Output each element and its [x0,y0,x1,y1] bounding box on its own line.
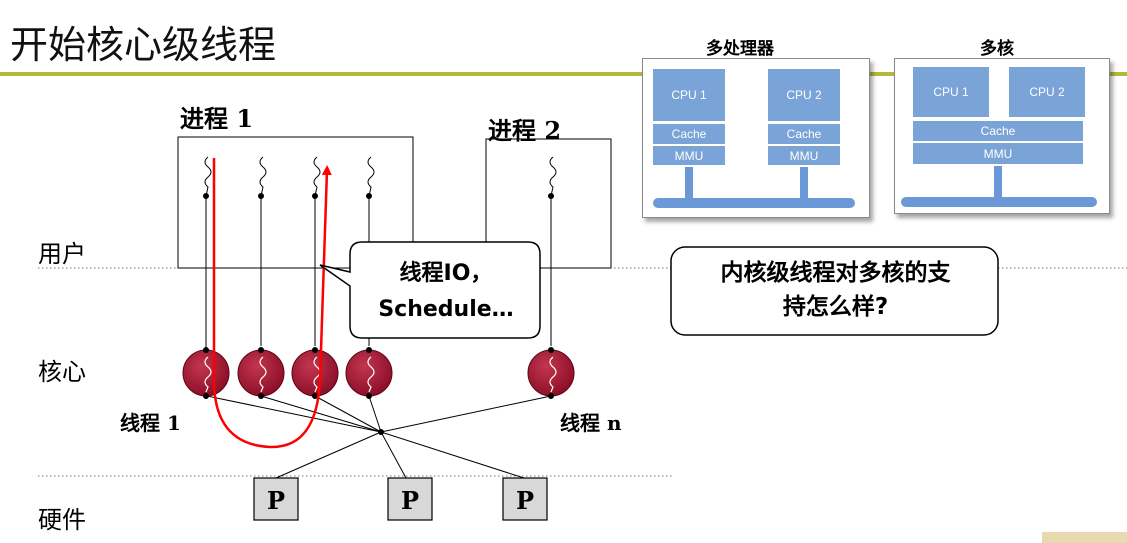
callout-question-line-2: 持怎么样? [782,294,889,320]
mc-system-bus [901,197,1097,207]
hardware-level-label: 硬件 [38,506,86,534]
multicore-heading: 多核 [980,39,1014,59]
user-level-label: 用户 [38,240,86,268]
thread-n-label: 线程 n [560,411,622,435]
callout-io-line-1: 线程IO， [399,261,493,286]
callout-question-text: 内核级线程对多核的支 持怎么样? [673,256,998,324]
mp-mmu2-block: MMU [768,146,840,165]
processor-2-label: P [400,486,420,515]
callout-question-line-1: 内核级线程对多核的支 [720,260,951,286]
mc-mmu-block: MMU [913,143,1083,164]
multiprocessor-heading: 多处理器 [706,39,774,59]
process-1-label: 进程 1 [180,104,254,133]
mp-bus-link-1 [685,167,693,201]
multicore-panel: CPU 1 CPU 2 Cache MMU [894,58,1110,214]
mp-cpu2-block: CPU 2 [768,69,840,121]
mc-cpu2-block: CPU 2 [1009,67,1085,117]
process-2-label: 进程 2 [488,116,562,145]
mc-bus-link [994,166,1002,200]
mc-cache-block: Cache [913,121,1083,141]
mp-system-bus [653,198,855,208]
mc-cpu1-block: CPU 1 [913,67,989,117]
kernel-level-label: 核心 [38,358,86,386]
scheduler-hub [378,429,384,435]
processor-3-label: P [515,486,535,515]
scheduler-links [206,395,552,479]
callout-io-text: 线程IO， Schedule… [352,256,540,328]
mp-mmu1-block: MMU [653,146,725,165]
mp-cpu1-block: CPU 1 [653,69,725,121]
kernel-threads [182,347,575,399]
processor-1-label: P [266,486,286,515]
multiprocessor-panel: CPU 1 CPU 2 Cache Cache MMU MMU [642,58,870,218]
mp-cache1-block: Cache [653,124,725,144]
mp-bus-link-2 [800,167,808,201]
thread-1-label: 线程 1 [120,411,181,435]
mp-cache2-block: Cache [768,124,840,144]
corner-thumbnail [1042,532,1127,543]
callout-io-line-2: Schedule… [378,297,514,322]
